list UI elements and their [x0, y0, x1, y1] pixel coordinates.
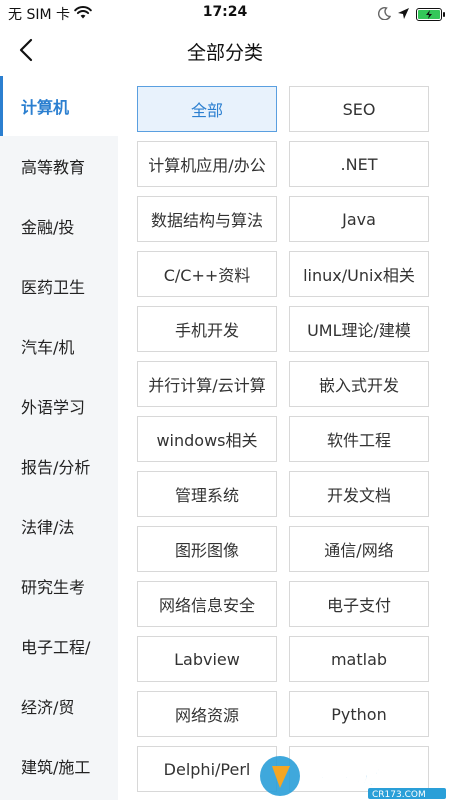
status-bar: 无 SIM 卡 17:24: [0, 0, 450, 26]
category-all[interactable]: 全部: [137, 86, 277, 132]
category-networking[interactable]: 通信/网络: [289, 526, 429, 572]
sidebar-item-computer[interactable]: 计算机: [0, 76, 118, 136]
moon-icon: [378, 5, 392, 24]
back-button[interactable]: [10, 34, 42, 66]
category-cpp[interactable]: C/C++资料: [137, 251, 277, 297]
category-graphics[interactable]: 图形图像: [137, 526, 277, 572]
battery-icon: [416, 8, 445, 21]
sidebar-item-higher-education[interactable]: 高等教育: [0, 136, 118, 196]
nav-bar: 全部分类: [0, 26, 450, 74]
sidebar-item-reports[interactable]: 报告/分析: [0, 436, 118, 496]
category-office[interactable]: 计算机应用/办公: [137, 141, 277, 187]
category-management-system[interactable]: 管理系统: [137, 471, 277, 517]
category-labview[interactable]: Labview: [137, 636, 277, 682]
sidebar-item-automotive[interactable]: 汽车/机: [0, 316, 118, 376]
sidebar-item-medicine[interactable]: 医药卫生: [0, 256, 118, 316]
category-data-structures[interactable]: 数据结构与算法: [137, 196, 277, 242]
location-icon: [397, 5, 410, 24]
category-network-resources[interactable]: 网络资源: [137, 691, 277, 737]
sidebar-item-economics[interactable]: 经济/贸: [0, 676, 118, 736]
sidebar-item-graduate-exam[interactable]: 研究生考: [0, 556, 118, 616]
category-linux[interactable]: linux/Unix相关: [289, 251, 429, 297]
category-mobile-dev[interactable]: 手机开发: [137, 306, 277, 352]
category-unlabeled[interactable]: [289, 746, 429, 792]
category-seo[interactable]: SEO: [289, 86, 429, 132]
category-matlab[interactable]: matlab: [289, 636, 429, 682]
category-dotnet[interactable]: .NET: [289, 141, 429, 187]
sidebar-item-electronics[interactable]: 电子工程/: [0, 616, 118, 676]
page-title: 全部分类: [186, 42, 263, 64]
category-dev-docs[interactable]: 开发文档: [289, 471, 429, 517]
category-python[interactable]: Python: [289, 691, 429, 737]
category-windows[interactable]: windows相关: [137, 416, 277, 462]
sidebar-item-finance[interactable]: 金融/投: [0, 196, 118, 256]
category-delphi-perl[interactable]: Delphi/Perl: [137, 746, 277, 792]
status-icons: [378, 5, 445, 24]
sidebar: 计算机 高等教育 金融/投 医药卫生 汽车/机 外语学习 报告/分析 法律/法 …: [0, 76, 118, 800]
sidebar-item-construction[interactable]: 建筑/施工: [0, 736, 118, 796]
category-parallel-computing[interactable]: 并行计算/云计算: [137, 361, 277, 407]
category-security[interactable]: 网络信息安全: [137, 581, 277, 627]
category-e-payment[interactable]: 电子支付: [289, 581, 429, 627]
category-uml[interactable]: UML理论/建模: [289, 306, 429, 352]
chevron-left-icon: [19, 38, 33, 62]
sidebar-item-law[interactable]: 法律/法: [0, 496, 118, 556]
battery-charging-icon: [418, 10, 440, 19]
sidebar-item-foreign-language[interactable]: 外语学习: [0, 376, 118, 436]
category-software-engineering[interactable]: 软件工程: [289, 416, 429, 462]
category-embedded[interactable]: 嵌入式开发: [289, 361, 429, 407]
category-java[interactable]: Java: [289, 196, 429, 242]
